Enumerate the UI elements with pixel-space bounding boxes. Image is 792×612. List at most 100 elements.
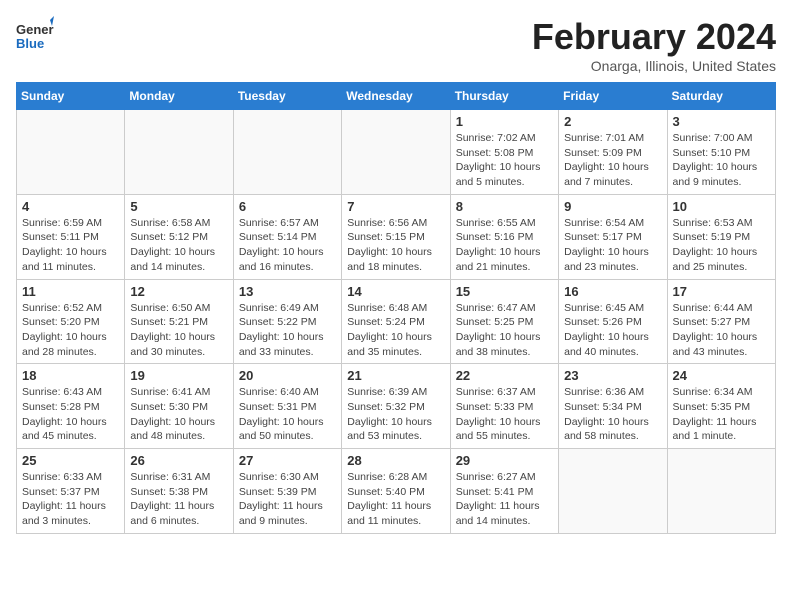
day-number: 25 — [22, 453, 119, 468]
day-info: Sunrise: 6:39 AMSunset: 5:32 PMDaylight:… — [347, 385, 444, 444]
weekday-header-row: SundayMondayTuesdayWednesdayThursdayFrid… — [17, 83, 776, 110]
calendar-cell: 29 Sunrise: 6:27 AMSunset: 5:41 PMDayligh… — [450, 449, 558, 534]
day-number: 19 — [130, 368, 227, 383]
weekday-header-saturday: Saturday — [667, 83, 775, 110]
weekday-header-tuesday: Tuesday — [233, 83, 341, 110]
calendar-cell: 7 Sunrise: 6:56 AMSunset: 5:15 PMDaylight… — [342, 194, 450, 279]
location-title: Onarga, Illinois, United States — [532, 58, 776, 74]
day-number: 1 — [456, 114, 553, 129]
day-info: Sunrise: 6:48 AMSunset: 5:24 PMDaylight:… — [347, 301, 444, 360]
calendar-cell: 13 Sunrise: 6:49 AMSunset: 5:22 PMDayligh… — [233, 279, 341, 364]
day-info: Sunrise: 6:50 AMSunset: 5:21 PMDaylight:… — [130, 301, 227, 360]
day-info: Sunrise: 6:27 AMSunset: 5:41 PMDaylight:… — [456, 470, 553, 529]
calendar-cell: 24 Sunrise: 6:34 AMSunset: 5:35 PMDayligh… — [667, 364, 775, 449]
weekday-header-thursday: Thursday — [450, 83, 558, 110]
day-number: 15 — [456, 284, 553, 299]
calendar-week-row: 4 Sunrise: 6:59 AMSunset: 5:11 PMDaylight… — [17, 194, 776, 279]
day-number: 27 — [239, 453, 336, 468]
calendar-cell: 3 Sunrise: 7:00 AMSunset: 5:10 PMDaylight… — [667, 110, 775, 195]
calendar-cell — [559, 449, 667, 534]
day-info: Sunrise: 6:45 AMSunset: 5:26 PMDaylight:… — [564, 301, 661, 360]
day-info: Sunrise: 6:54 AMSunset: 5:17 PMDaylight:… — [564, 216, 661, 275]
calendar-cell: 11 Sunrise: 6:52 AMSunset: 5:20 PMDayligh… — [17, 279, 125, 364]
logo-container: General Blue — [16, 16, 58, 59]
day-number: 21 — [347, 368, 444, 383]
svg-text:General: General — [16, 22, 54, 37]
day-info: Sunrise: 6:31 AMSunset: 5:38 PMDaylight:… — [130, 470, 227, 529]
calendar-cell — [667, 449, 775, 534]
day-number: 22 — [456, 368, 553, 383]
day-info: Sunrise: 6:40 AMSunset: 5:31 PMDaylight:… — [239, 385, 336, 444]
day-number: 29 — [456, 453, 553, 468]
calendar-cell: 20 Sunrise: 6:40 AMSunset: 5:31 PMDayligh… — [233, 364, 341, 449]
day-info: Sunrise: 6:44 AMSunset: 5:27 PMDaylight:… — [673, 301, 770, 360]
day-number: 8 — [456, 199, 553, 214]
calendar-cell: 19 Sunrise: 6:41 AMSunset: 5:30 PMDayligh… — [125, 364, 233, 449]
day-number: 9 — [564, 199, 661, 214]
day-number: 11 — [22, 284, 119, 299]
svg-text:Blue: Blue — [16, 36, 44, 51]
calendar-cell: 14 Sunrise: 6:48 AMSunset: 5:24 PMDayligh… — [342, 279, 450, 364]
calendar-cell: 28Sunrise: 6:28 AMSunset: 5:40 PMDayligh… — [342, 449, 450, 534]
calendar-cell — [342, 110, 450, 195]
day-info: Sunrise: 6:30 AMSunset: 5:39 PMDaylight:… — [239, 470, 336, 529]
day-info: Sunrise: 6:37 AMSunset: 5:33 PMDaylight:… — [456, 385, 553, 444]
day-info: Sunrise: 6:53 AMSunset: 5:19 PMDaylight:… — [673, 216, 770, 275]
day-number: 18 — [22, 368, 119, 383]
day-info: Sunrise: 6:58 AMSunset: 5:12 PMDaylight:… — [130, 216, 227, 275]
day-info: Sunrise: 6:34 AMSunset: 5:35 PMDaylight:… — [673, 385, 770, 444]
calendar-cell: 25Sunrise: 6:33 AMSunset: 5:37 PMDayligh… — [17, 449, 125, 534]
calendar-cell: 15 Sunrise: 6:47 AMSunset: 5:25 PMDayligh… — [450, 279, 558, 364]
day-info: Sunrise: 6:41 AMSunset: 5:30 PMDaylight:… — [130, 385, 227, 444]
calendar-cell: 1Sunrise: 7:02 AMSunset: 5:08 PMDaylight… — [450, 110, 558, 195]
calendar-cell: 12Sunrise: 6:50 AMSunset: 5:21 PMDayligh… — [125, 279, 233, 364]
calendar-cell: 2Sunrise: 7:01 AMSunset: 5:09 PMDaylight… — [559, 110, 667, 195]
calendar-cell: 4 Sunrise: 6:59 AMSunset: 5:11 PMDaylight… — [17, 194, 125, 279]
calendar-cell: 8 Sunrise: 6:55 AMSunset: 5:16 PMDaylight… — [450, 194, 558, 279]
title-block: February 2024 Onarga, Illinois, United S… — [532, 16, 776, 74]
day-info: Sunrise: 6:56 AMSunset: 5:15 PMDaylight:… — [347, 216, 444, 275]
day-info: Sunrise: 6:59 AMSunset: 5:11 PMDaylight:… — [22, 216, 119, 275]
day-number: 23 — [564, 368, 661, 383]
day-number: 13 — [239, 284, 336, 299]
day-info: Sunrise: 7:00 AMSunset: 5:10 PMDaylight:… — [673, 131, 770, 190]
day-number: 5 — [130, 199, 227, 214]
day-number: 28 — [347, 453, 444, 468]
day-number: 7 — [347, 199, 444, 214]
calendar-cell — [125, 110, 233, 195]
weekday-header-wednesday: Wednesday — [342, 83, 450, 110]
day-number: 16 — [564, 284, 661, 299]
day-number: 17 — [673, 284, 770, 299]
day-info: Sunrise: 6:52 AMSunset: 5:20 PMDaylight:… — [22, 301, 119, 360]
calendar-cell: 26Sunrise: 6:31 AMSunset: 5:38 PMDayligh… — [125, 449, 233, 534]
day-number: 20 — [239, 368, 336, 383]
day-info: Sunrise: 6:36 AMSunset: 5:34 PMDaylight:… — [564, 385, 661, 444]
calendar-cell: 6 Sunrise: 6:57 AMSunset: 5:14 PMDaylight… — [233, 194, 341, 279]
calendar-week-row: 1Sunrise: 7:02 AMSunset: 5:08 PMDaylight… — [17, 110, 776, 195]
calendar-week-row: 11 Sunrise: 6:52 AMSunset: 5:20 PMDayligh… — [17, 279, 776, 364]
day-number: 10 — [673, 199, 770, 214]
day-number: 24 — [673, 368, 770, 383]
page-header: General Blue February 2024 Onarga, Illin… — [16, 16, 776, 74]
day-number: 3 — [673, 114, 770, 129]
day-info: Sunrise: 6:57 AMSunset: 5:14 PMDaylight:… — [239, 216, 336, 275]
weekday-header-monday: Monday — [125, 83, 233, 110]
month-title: February 2024 — [532, 16, 776, 58]
weekday-header-friday: Friday — [559, 83, 667, 110]
day-info: Sunrise: 6:47 AMSunset: 5:25 PMDaylight:… — [456, 301, 553, 360]
logo: General Blue — [16, 16, 58, 59]
calendar-week-row: 25Sunrise: 6:33 AMSunset: 5:37 PMDayligh… — [17, 449, 776, 534]
day-info: Sunrise: 6:49 AMSunset: 5:22 PMDaylight:… — [239, 301, 336, 360]
calendar-cell: 23 Sunrise: 6:36 AMSunset: 5:34 PMDayligh… — [559, 364, 667, 449]
day-info: Sunrise: 6:55 AMSunset: 5:16 PMDaylight:… — [456, 216, 553, 275]
calendar-cell: 16 Sunrise: 6:45 AMSunset: 5:26 PMDayligh… — [559, 279, 667, 364]
day-number: 6 — [239, 199, 336, 214]
day-info: Sunrise: 7:01 AMSunset: 5:09 PMDaylight:… — [564, 131, 661, 190]
day-info: Sunrise: 6:43 AMSunset: 5:28 PMDaylight:… — [22, 385, 119, 444]
calendar-cell: 5 Sunrise: 6:58 AMSunset: 5:12 PMDaylight… — [125, 194, 233, 279]
day-number: 14 — [347, 284, 444, 299]
calendar-cell: 10 Sunrise: 6:53 AMSunset: 5:19 PMDayligh… — [667, 194, 775, 279]
calendar-cell — [17, 110, 125, 195]
calendar-cell: 22 Sunrise: 6:37 AMSunset: 5:33 PMDayligh… — [450, 364, 558, 449]
day-number: 4 — [22, 199, 119, 214]
